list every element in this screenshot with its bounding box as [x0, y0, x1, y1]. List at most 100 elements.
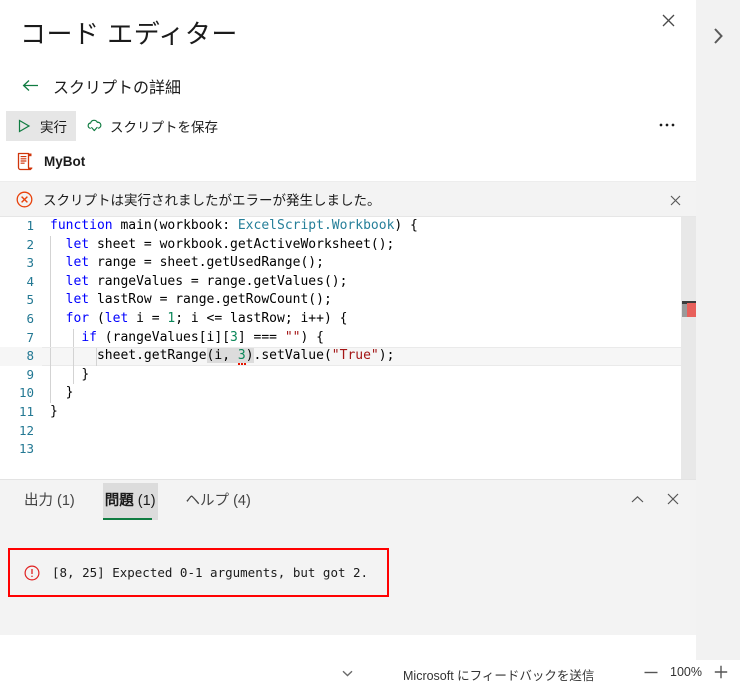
code-line[interactable]: 2 let sheet = workbook.getActiveWorkshee… — [0, 235, 681, 255]
line-content: for (let i = 1; i <= lastRow; i++) { — [42, 309, 681, 329]
plus-icon — [714, 665, 728, 679]
token-type: ExcelScript.Workbook — [237, 218, 395, 233]
run-label: 実行 — [40, 120, 67, 135]
bottom-panel: 出力 (1) 問題 (1) ヘルプ (4) [8, 25] Expected 0… — [0, 479, 696, 635]
code-line[interactable]: 13 — [0, 440, 681, 459]
code-line[interactable]: 1 function main(workbook: ExcelScript.Wo… — [0, 217, 681, 236]
close-icon — [667, 493, 679, 505]
token-string: "" — [284, 329, 301, 345]
close-icon — [670, 195, 680, 205]
expand-pane-icon[interactable] — [704, 22, 732, 50]
breadcrumb-label[interactable]: スクリプトの詳細 — [53, 74, 181, 98]
zoom-controls: 100% — [642, 663, 730, 681]
tab-help[interactable]: ヘルプ (4) — [184, 483, 253, 520]
tab-output[interactable]: 出力 (1) — [22, 483, 77, 520]
code-line[interactable]: 9 } — [0, 365, 681, 385]
code-line[interactable]: 5 let lastRow = range.getRowCount(); — [0, 291, 681, 310]
error-banner-close-button[interactable] — [664, 189, 686, 211]
token-keyword: let — [104, 310, 129, 326]
editor-vertical-scrollbar[interactable] — [681, 217, 696, 479]
token-plain: sheet.getRange — [96, 348, 207, 364]
line-content: sheet.getRange(i, 3).setValue("True"); — [42, 347, 681, 366]
office-script-icon — [17, 152, 33, 170]
close-icon — [662, 14, 674, 26]
line-content: let range = sheet.getUsedRange(); — [42, 254, 681, 273]
tab-label: ヘルプ — [185, 492, 230, 509]
problem-message: [8, 25] Expected 0-1 arguments, but got … — [52, 565, 369, 580]
token-plain: sheet = workbook.getActiveWorksheet(); — [89, 236, 395, 252]
collapse-panel-button[interactable] — [626, 488, 648, 510]
token-plain: ( — [89, 310, 105, 326]
problem-item-highlight[interactable]: [8, 25] Expected 0-1 arguments, but got … — [8, 548, 389, 597]
play-triangle-icon — [18, 119, 31, 133]
tab-count: (1) — [57, 492, 75, 509]
token-keyword: function — [50, 218, 113, 233]
zoom-out-button[interactable] — [642, 663, 660, 681]
token-number-error: 3 — [237, 348, 246, 366]
tab-count: (4) — [233, 492, 251, 509]
save-script-button[interactable]: スクリプトを保存 — [76, 111, 227, 141]
token-keyword: let — [65, 255, 90, 271]
code-editor[interactable]: 1 function main(workbook: ExcelScript.Wo… — [0, 217, 696, 479]
back-arrow-icon[interactable] — [22, 78, 39, 95]
status-caret-button[interactable] — [339, 665, 355, 681]
chevron-right-icon — [714, 28, 723, 44]
token-plain: .setValue( — [253, 348, 332, 364]
close-pane-button[interactable] — [654, 6, 682, 34]
minus-icon — [644, 671, 658, 673]
page-title: コード エディター — [20, 19, 238, 49]
send-feedback-link[interactable]: Microsoft にフィードバックを送信 — [403, 665, 594, 684]
close-panel-button[interactable] — [662, 488, 684, 510]
code-line[interactable]: 10 } — [0, 384, 681, 403]
line-number: 6 — [26, 310, 34, 326]
code-line[interactable]: 7 if (rangeValues[i][3] === "") { — [0, 328, 681, 348]
line-number: 1 — [26, 218, 34, 233]
status-bar: Microsoft にフィードバックを送信 100% — [0, 660, 740, 685]
token-plain: i = — [128, 310, 168, 326]
token-keyword: for — [65, 310, 90, 326]
run-button[interactable]: 実行 — [6, 111, 76, 141]
line-content — [42, 422, 681, 441]
error-banner: スクリプトは実行されましたがエラーが発生しました。 — [0, 181, 696, 217]
token-string: "True" — [331, 348, 379, 364]
error-circle-icon — [15, 190, 33, 208]
token-plain: ) — [245, 348, 254, 364]
code-editor-window: コード エディター スクリプトの詳細 実行 スクリプトを保存 MyBot スクリ… — [0, 0, 740, 685]
more-options-button[interactable] — [652, 111, 682, 139]
line-number: 13 — [18, 441, 34, 457]
token-plain: } — [81, 366, 90, 382]
line-content: if (rangeValues[i][3] === "") { — [42, 328, 681, 348]
script-file-icon — [15, 151, 35, 171]
tab-problems[interactable]: 問題 (1) — [102, 482, 158, 520]
code-line[interactable]: 3 let range = sheet.getUsedRange(); — [0, 254, 681, 273]
code-line[interactable]: 6 for (let i = 1; i <= lastRow; i++) { — [0, 309, 681, 329]
selection-highlight: (i, 3) — [206, 348, 254, 366]
zoom-level[interactable]: 100% — [669, 665, 703, 679]
panel-tabs: 出力 (1) 問題 (1) ヘルプ (4) — [0, 480, 696, 522]
chevron-up-icon — [631, 495, 643, 502]
token-plain: ] === — [237, 329, 285, 345]
token-identifier: main — [120, 218, 152, 233]
cloud-save-icon — [85, 117, 103, 135]
code-line[interactable]: 12 — [0, 422, 681, 441]
token-keyword: let — [65, 236, 90, 252]
code-lines[interactable]: 1 function main(workbook: ExcelScript.Wo… — [0, 217, 681, 479]
error-banner-text: スクリプトは実行されましたがエラーが発生しました。 — [43, 193, 381, 208]
code-line-active[interactable]: 8 sheet.getRange(i, 3).setValue("True"); — [0, 347, 681, 366]
editor-pane: コード エディター スクリプトの詳細 実行 スクリプトを保存 MyBot スクリ… — [0, 0, 696, 660]
token-plain: (rangeValues[i][ — [96, 329, 231, 345]
token-plain: ; i <= lastRow; i++) { — [175, 310, 348, 326]
code-line[interactable]: 4 let rangeValues = range.getValues(); — [0, 272, 681, 292]
line-number: 9 — [26, 366, 34, 382]
line-number: 4 — [26, 273, 34, 289]
line-content: function main(workbook: ExcelScript.Work… — [42, 217, 681, 236]
titlebar: コード エディター — [0, 0, 696, 64]
ellipsis-icon — [659, 123, 675, 127]
exclamation-circle-icon — [24, 564, 40, 581]
right-rail — [696, 0, 740, 660]
code-line[interactable]: 11 } — [0, 403, 681, 422]
chevron-down-icon — [342, 670, 352, 676]
token-plain: ) { — [394, 218, 418, 233]
line-number: 11 — [18, 403, 34, 419]
zoom-in-button[interactable] — [712, 663, 730, 681]
